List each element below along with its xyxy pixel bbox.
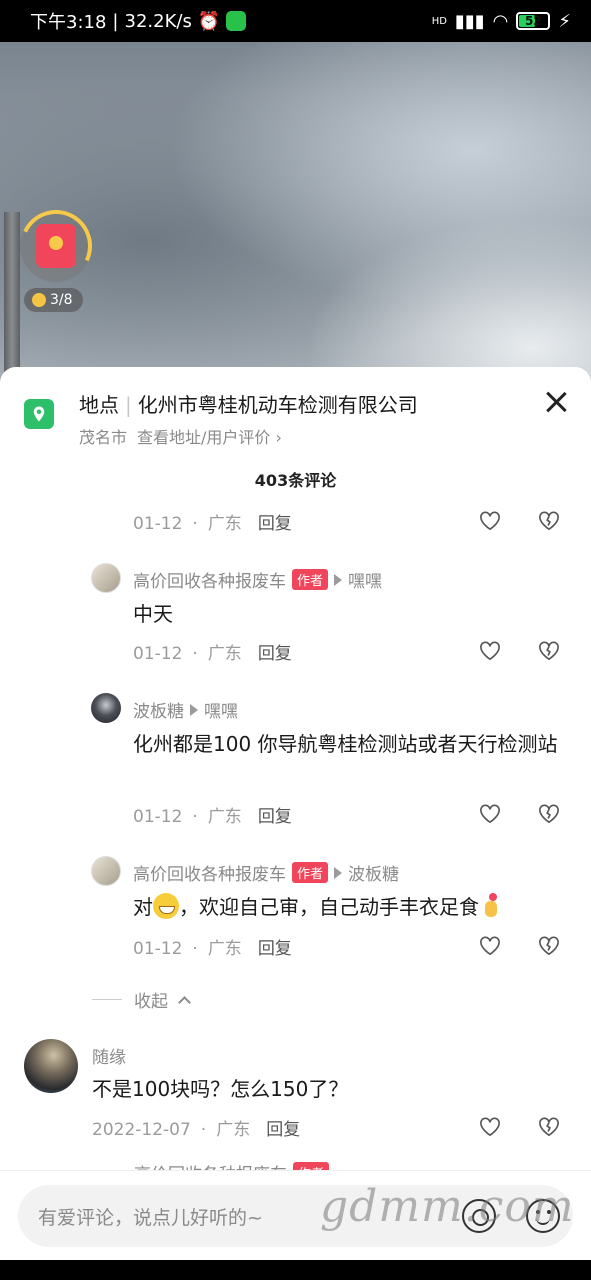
alarm-icon: ⏰ <box>197 10 221 32</box>
hd-label: HD <box>431 15 447 27</box>
reply-arrow-icon <box>334 573 343 586</box>
dislike-icon[interactable] <box>538 936 560 956</box>
location-pin-icon <box>24 399 54 429</box>
reply-arrow-icon <box>190 703 198 716</box>
avatar[interactable] <box>24 1039 78 1093</box>
coin-progress[interactable]: 3/8 <box>24 288 83 312</box>
grin-emoji-icon <box>153 893 179 919</box>
wifi-icon: ◠ <box>492 10 509 32</box>
author-badge: 作者 <box>292 862 329 883</box>
video-background[interactable] <box>0 42 591 422</box>
comment-meta: 01-12 · 广东 回复 <box>133 514 292 534</box>
status-time: 下午3:18 <box>30 12 107 33</box>
comment-text[interactable]: 中天 <box>133 598 173 631</box>
reply-button[interactable]: 回复 <box>258 514 292 534</box>
reply-button[interactable]: 回复 <box>258 939 292 959</box>
dislike-icon[interactable] <box>538 1117 560 1137</box>
close-button[interactable] <box>543 389 569 415</box>
red-packet-button[interactable] <box>9 199 103 293</box>
dislike-icon[interactable] <box>538 641 560 661</box>
reply-button[interactable]: 回复 <box>258 807 292 827</box>
location-name: 化州市粤桂机动车检测有限公司 <box>137 393 418 417</box>
reply-button[interactable]: 回复 <box>266 1120 300 1140</box>
comment-text[interactable]: 不是100块吗？怎么150了？ <box>92 1073 348 1106</box>
location-header[interactable]: 地点 | 化州市粤桂机动车检测有限公司 茂名市 查看地址/用户评价 › <box>24 389 569 449</box>
watermark: gdmm.com <box>320 1181 575 1232</box>
comment-meta: 01-12 · 广东 回复 <box>133 807 292 827</box>
heart-icon[interactable] <box>479 641 501 661</box>
comment-author-line: 波板糖 嘿嘿 <box>133 697 238 722</box>
chevron-up-icon <box>178 995 191 1009</box>
reply-to-user[interactable]: 波板糖 <box>348 860 399 885</box>
comment-text[interactable]: 对，欢迎自己审，自己动手丰衣足食 <box>133 891 573 924</box>
comment-author[interactable]: 波板糖 <box>133 697 184 722</box>
heart-icon[interactable] <box>479 1117 501 1137</box>
chevron-right-icon: › <box>270 428 282 447</box>
heart-icon[interactable] <box>479 804 501 824</box>
dislike-icon[interactable] <box>538 511 560 531</box>
comment-author[interactable]: 随缘 <box>92 1043 126 1068</box>
avatar[interactable] <box>91 563 121 593</box>
comment-meta: 2022-12-07 · 广东 回复 <box>92 1120 301 1140</box>
heart-icon[interactable] <box>479 511 501 531</box>
comment-meta: 01-12 · 广东 回复 <box>133 644 292 664</box>
comment-author[interactable]: 高价回收各种报废车 <box>133 860 286 885</box>
signal-icon: ▮▮▮ <box>454 10 485 32</box>
battery-icon: 52 <box>516 12 551 30</box>
status-bar: 下午3:18 | 32.2K/s ⏰ HD ▮▮▮ ◠ 52 ⚡ <box>0 0 591 42</box>
dislike-icon[interactable] <box>538 804 560 824</box>
coin-icon <box>32 293 46 307</box>
view-address-link[interactable]: 查看地址/用户评价 <box>137 428 270 447</box>
location-city: 茂名市 <box>79 428 128 447</box>
comment-count: 403条评论 <box>254 471 337 490</box>
comment-author-line: 随缘 <box>92 1043 126 1068</box>
comment-text[interactable]: 化州都是100 你导航粤桂检测站或者天行检测站 <box>133 728 573 761</box>
comment-meta: 01-12 · 广东 回复 <box>133 939 292 959</box>
charging-icon: ⚡ <box>558 10 571 32</box>
reply-arrow-icon <box>334 866 343 879</box>
collapse-replies-button[interactable]: 收起 <box>92 987 191 1012</box>
reply-button[interactable]: 回复 <box>258 644 292 664</box>
home-indicator <box>0 1260 591 1280</box>
red-packet-icon <box>36 224 76 268</box>
finger-heart-emoji-icon <box>479 893 501 919</box>
reply-to-user[interactable]: 嘿嘿 <box>348 567 382 592</box>
status-network-speed: 32.2K/s <box>124 10 192 32</box>
app-notification-icon <box>226 11 247 31</box>
comment-author[interactable]: 高价回收各种报废车 <box>133 567 286 592</box>
avatar[interactable] <box>91 856 121 886</box>
comment-author-line: 高价回收各种报废车 作者 嘿嘿 <box>133 567 382 592</box>
location-label: 地点 <box>79 393 119 417</box>
comment-sheet: 地点 | 化州市粤桂机动车检测有限公司 茂名市 查看地址/用户评价 › 403条评论 … <box>0 367 591 1280</box>
heart-icon[interactable] <box>479 936 501 956</box>
author-badge: 作者 <box>292 569 329 590</box>
reply-to-user[interactable]: 嘿嘿 <box>204 697 238 722</box>
comment-author-line: 高价回收各种报废车 作者 波板糖 <box>133 860 399 885</box>
avatar[interactable] <box>91 693 121 723</box>
